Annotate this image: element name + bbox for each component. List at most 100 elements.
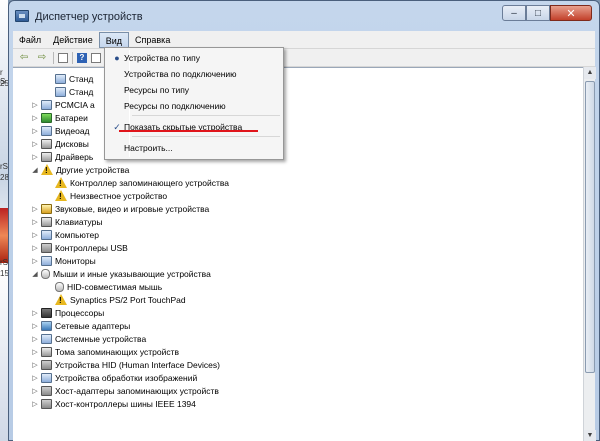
tree-item-label: Другие устройства	[56, 164, 130, 175]
expand-arrow-icon[interactable]: ▷	[31, 374, 39, 382]
tree-item-label: Станд	[69, 73, 94, 84]
tree-item-label: Хост-адаптеры запоминающих устройств	[55, 385, 219, 396]
scroll-down-icon[interactable]: ▼	[584, 430, 596, 441]
expand-arrow-icon[interactable]: ▷	[31, 127, 39, 135]
device-icon	[41, 99, 52, 110]
tree-item[interactable]: ▷ Батареи	[31, 111, 88, 124]
expand-arrow-icon[interactable]: ▷	[31, 361, 39, 369]
menu-item-devices-by-type[interactable]: ● Устройства по типу	[107, 51, 281, 66]
tree-item[interactable]: ▷ Устройства HID (Human Interface Devices…	[31, 358, 220, 371]
tree-item[interactable]: Станд	[45, 72, 93, 85]
menu-action[interactable]: Действие	[47, 32, 99, 48]
storage-icon	[41, 138, 52, 149]
scroll-up-icon[interactable]: ▲	[584, 67, 596, 79]
mouse-icon	[41, 268, 50, 279]
tree-item[interactable]: ▷ Хост-адаптеры запоминающих устройств	[31, 384, 219, 397]
tree-item-label: Системные устройства	[55, 333, 147, 344]
expand-arrow-icon[interactable]: ▷	[31, 387, 39, 395]
help-icon[interactable]: ?	[77, 52, 87, 63]
menu-item-resources-by-type[interactable]: Ресурсы по типу	[107, 83, 281, 98]
tree-item-label: Клавиатуры	[55, 216, 103, 227]
tree-item[interactable]: ◢ Другие устройства	[31, 163, 129, 176]
expand-arrow-icon[interactable]: ◢	[31, 166, 39, 174]
menu-view[interactable]: Вид	[98, 31, 130, 48]
menu-file[interactable]: Файл	[13, 32, 47, 48]
minimize-button[interactable]: –	[502, 5, 526, 21]
tree-item[interactable]: HID-совместимая мышь	[45, 280, 162, 293]
expand-arrow-icon[interactable]: ▷	[31, 231, 39, 239]
menu-item-label: Настроить...	[124, 143, 173, 153]
forward-arrow-icon[interactable]: ⇨	[35, 52, 49, 64]
expand-arrow-icon[interactable]: ▷	[31, 400, 39, 408]
checkmark-icon: ✓	[113, 122, 121, 132]
device-manager-icon	[15, 10, 29, 22]
storage-icon	[41, 216, 52, 227]
view-dropdown-menu: ● Устройства по типу Устройства по подключ…	[104, 47, 284, 160]
scroll-thumb[interactable]	[585, 81, 595, 373]
tree-item[interactable]: ▷ Процессоры	[31, 306, 104, 319]
tree-item[interactable]: ▷ Видеоад	[31, 124, 90, 137]
toolbar-separator	[53, 51, 54, 64]
display-icon[interactable]	[91, 52, 101, 63]
tree-item-label: Сетевые адаптеры	[55, 320, 131, 331]
expand-arrow-icon[interactable]: ▷	[31, 140, 39, 148]
menu-item-customize[interactable]: Настроить...	[107, 141, 281, 156]
back-arrow-icon[interactable]: ⇦	[17, 52, 31, 64]
tree-item[interactable]: ▷ Контроллеры USB	[31, 241, 128, 254]
tree-item-label: Дисковы	[55, 138, 89, 149]
menu-item-devices-by-connection[interactable]: Устройства по подключению	[107, 67, 281, 82]
expand-arrow-icon[interactable]: ▷	[31, 218, 39, 226]
tree-item[interactable]: Станд	[45, 85, 93, 98]
tree-item[interactable]: Synaptics PS/2 Port TouchPad	[45, 293, 186, 306]
menu-item-label: Устройства по типу	[124, 53, 201, 63]
tree-item[interactable]: ▷ Системные устройства	[31, 332, 146, 345]
tree-item-label: Звуковые, видео и игровые устройства	[55, 203, 210, 214]
expand-arrow-icon[interactable]: ◢	[31, 270, 39, 278]
tree-item[interactable]: ▷ Мониторы	[31, 254, 96, 267]
device-tree[interactable]: Станд Станд ▷ PCMCIA а ▷ Батареи ▷ Видеоад ▷ Диск…	[13, 67, 583, 441]
tree-item[interactable]: ▷ Звуковые, видео и игровые устройства	[31, 202, 209, 215]
menu-help[interactable]: Справка	[129, 32, 176, 48]
tree-item[interactable]: ▷ Тома запоминающих устройств	[31, 345, 179, 358]
tree-item[interactable]: ▷ Сетевые адаптеры	[31, 319, 130, 332]
tree-item[interactable]: ▷ Клавиатуры	[31, 215, 102, 228]
tree-item[interactable]: ▷ Драйверь	[31, 150, 93, 163]
usb-icon	[41, 398, 52, 409]
tree-item[interactable]: Контроллер запоминающего устройства	[45, 176, 229, 189]
menu-item-show-hidden-devices[interactable]: ✓ Показать скрытые устройства	[107, 120, 281, 135]
warn-icon	[55, 190, 67, 201]
device-icon	[41, 125, 52, 136]
title-bar[interactable]: Диспетчер устройств – □ ✕	[9, 1, 599, 29]
vertical-scrollbar[interactable]: ▲ ▼	[583, 67, 596, 441]
toolbar: ⇦ ⇨ ?	[13, 49, 595, 67]
tree-item[interactable]: ▷ PCMCIA а	[31, 98, 95, 111]
close-button[interactable]: ✕	[550, 5, 592, 21]
toolbar-separator	[72, 51, 73, 64]
expand-arrow-icon[interactable]: ▷	[31, 309, 39, 317]
expand-arrow-icon[interactable]: ▷	[31, 114, 39, 122]
tree-item[interactable]: ▷ Хост-контроллеры шины IEEE 1394	[31, 397, 196, 410]
menu-item-resources-by-connection[interactable]: Ресурсы по подключению	[107, 99, 281, 114]
mouse-icon	[55, 281, 64, 292]
warn-icon	[41, 164, 53, 175]
warn-icon	[55, 294, 67, 305]
tree-item[interactable]: ▷ Компьютер	[31, 228, 99, 241]
expand-arrow-icon[interactable]: ▷	[31, 205, 39, 213]
tree-item-label: Станд	[69, 86, 94, 97]
device-icon	[55, 86, 66, 97]
red-underline-annotation	[119, 130, 258, 132]
expand-arrow-icon[interactable]: ▷	[31, 101, 39, 109]
expand-arrow-icon[interactable]: ▷	[31, 244, 39, 252]
menu-item-label: Устройства по подключению	[124, 69, 237, 79]
tree-item[interactable]: ◢ Мыши и иные указывающие устройства	[31, 267, 211, 280]
tree-item[interactable]: ▷ Устройства обработки изображений	[31, 371, 197, 384]
tree-item[interactable]: Неизвестное устройство	[45, 189, 167, 202]
expand-arrow-icon[interactable]: ▷	[31, 153, 39, 161]
tree-item[interactable]: ▷ Дисковы	[31, 137, 89, 150]
maximize-button[interactable]: □	[526, 5, 550, 21]
properties-icon[interactable]	[58, 52, 68, 63]
expand-arrow-icon[interactable]: ▷	[31, 335, 39, 343]
expand-arrow-icon[interactable]: ▷	[31, 257, 39, 265]
expand-arrow-icon[interactable]: ▷	[31, 322, 39, 330]
expand-arrow-icon[interactable]: ▷	[31, 348, 39, 356]
